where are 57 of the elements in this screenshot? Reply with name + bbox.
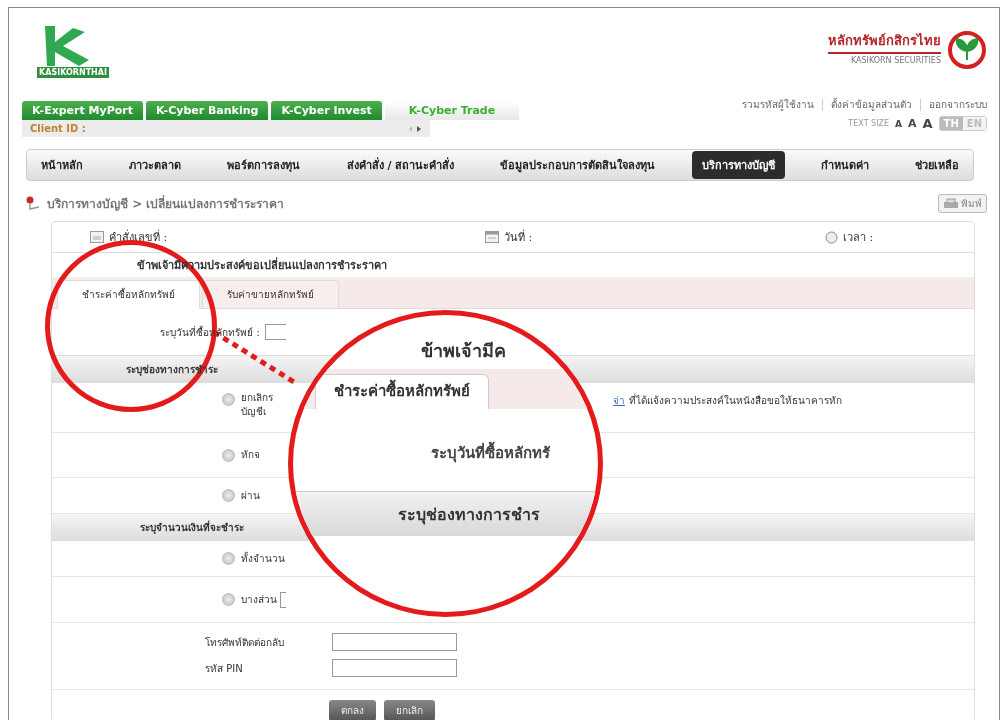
form-tab[interactable]: รับค่าขายหลักทรัพย์ <box>202 280 339 308</box>
user-link[interactable]: ตั้งค่าข้อมูลส่วนตัว <box>831 97 912 112</box>
pin-icon <box>25 196 41 210</box>
printer-icon <box>943 197 959 209</box>
radio-button[interactable] <box>222 448 235 462</box>
calendar-icon <box>485 231 499 243</box>
nav-item[interactable]: ช่วยเหลือ <box>905 151 969 179</box>
text-size-button[interactable]: A <box>895 118 902 129</box>
field-label: รหัส PIN <box>205 661 244 676</box>
section-title: ระบุจำนวนเงินที่จะชำระ <box>139 520 245 535</box>
brand-subtitle: KASIKORN SECURITIES <box>850 56 941 65</box>
form-button[interactable]: ยกเลิก <box>384 700 435 720</box>
document-icon <box>90 231 104 243</box>
nav-item[interactable]: ภาวะตลาด <box>119 151 192 179</box>
radio-button[interactable] <box>222 489 235 502</box>
scroll-arrows-icon <box>408 124 422 133</box>
option-label: ที่ได้แจ้งความประสงค์ในหนังสือขอให้ธนาคารหัก <box>629 393 842 408</box>
nav-item[interactable]: กำหนดค่า <box>810 151 879 179</box>
text-size-label: TEXT SIZE <box>848 119 890 128</box>
nav-item[interactable]: หน้าหลัก <box>31 151 93 179</box>
option-label: บัญชีเ <box>241 405 267 419</box>
nav-item[interactable]: ส่งคำสั่ง / สถานะคำสั่ง <box>336 151 465 179</box>
brand-name: หลักทรัพย์กสิกรไทย <box>828 30 941 54</box>
option-label: บางส่วน <box>241 592 277 607</box>
form-tab[interactable]: ชำระค่าซื้อหลักทรัพย์ <box>57 280 200 309</box>
leaf-logo-icon <box>947 30 987 70</box>
clock-icon <box>825 230 838 244</box>
info-label: เวลา : <box>843 230 874 246</box>
amount-input[interactable] <box>280 591 286 608</box>
breadcrumb: บริการทางบัญชี > เปลี่ยนแปลงการชำระราคา <box>47 194 285 213</box>
nav-item[interactable]: บริการทางบัญชี <box>691 151 785 179</box>
magnified-date-label: ระบุวันที่ซื้อหลักทรั <box>293 409 598 491</box>
info-label: คำสั่งเลขที่ : <box>109 228 168 246</box>
text-input[interactable] <box>332 633 457 651</box>
option-label: ทั้งจำนวน <box>241 551 285 566</box>
logo-text: KASIKORNTHAI <box>37 67 109 78</box>
option-label: ผ่าน <box>241 488 260 503</box>
magnified-form-title: ข้าพเจ้ามีค <box>421 339 506 363</box>
info-label: วันที่ : <box>504 228 533 246</box>
user-link[interactable]: รวมรหัสผู้ใช้งาน <box>742 97 814 112</box>
date-input[interactable] <box>265 324 286 340</box>
client-id-label: Client ID : <box>30 123 86 134</box>
radio-button[interactable] <box>222 552 235 565</box>
nav-item[interactable]: พอร์ตการลงทุน <box>217 151 311 179</box>
text-size-button[interactable]: A <box>908 117 917 130</box>
field-label: โทรศัพท์ติดต่อกลับ <box>205 635 285 650</box>
radio-button[interactable] <box>222 393 235 406</box>
option-label: หักจ <box>241 448 260 462</box>
radio-button[interactable] <box>222 593 235 606</box>
magnified-section-title: ระบุช่องทางการชำร <box>398 503 540 527</box>
option-link[interactable]: จ่า <box>613 393 625 408</box>
text-input[interactable] <box>332 659 457 677</box>
option-label: ยกเลิกร <box>241 391 274 405</box>
form-button[interactable]: ตกลง <box>329 700 376 720</box>
user-link[interactable]: ออกจากระบบ <box>929 97 987 112</box>
text-size-button[interactable]: A <box>922 116 933 131</box>
nav-item[interactable]: ข้อมูลประกอบการตัดสินใจลงทุน <box>490 151 666 179</box>
